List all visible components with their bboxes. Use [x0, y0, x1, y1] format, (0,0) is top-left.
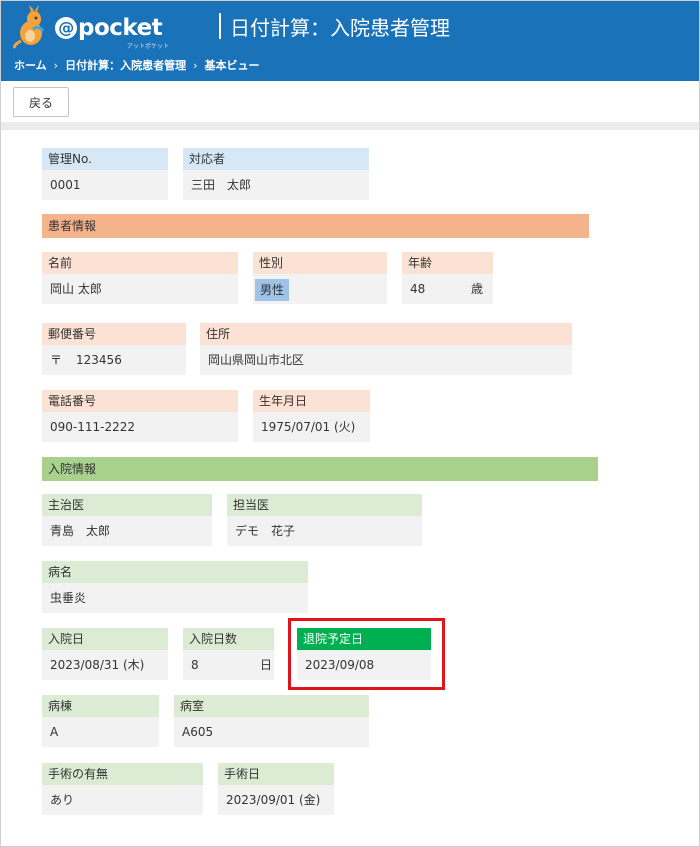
management-no-label: 管理No.	[42, 148, 168, 170]
breadcrumb-home[interactable]: ホーム	[14, 59, 47, 72]
logo-wordmark: @ pocket	[55, 15, 163, 41]
admission-date-field: 入院日 2023/08/31 (木)	[42, 628, 168, 680]
discharge-date-highlight	[288, 618, 445, 690]
disease-label: 病名	[42, 561, 308, 583]
toolbar-separator	[1, 122, 699, 130]
gender-chip: 男性	[255, 279, 290, 301]
assigned-doctor-field: 担当医 デモ 花子	[227, 494, 422, 546]
logo-at-mark: @	[55, 17, 77, 39]
attending-doctor-value[interactable]: 青島 太郎	[42, 516, 212, 546]
assigned-doctor-label: 担当医	[227, 494, 422, 516]
postal-code-label: 郵便番号	[42, 323, 186, 345]
age-value[interactable]: 48 歳	[402, 274, 493, 304]
attending-doctor-label: 主治医	[42, 494, 212, 516]
header-divider	[219, 13, 221, 39]
gender-field: 性別 男性	[253, 252, 387, 304]
handler-value[interactable]: 三田 太郎	[183, 170, 369, 200]
back-button[interactable]: 戻る	[13, 87, 69, 117]
surgery-label: 手術の有無	[42, 763, 203, 785]
surgery-date-label: 手術日	[218, 763, 334, 785]
address-field: 住所 岡山県岡山市北区	[200, 323, 572, 375]
admission-days-number: 8	[191, 658, 199, 672]
room-label: 病室	[174, 695, 369, 717]
postal-number: 123456	[76, 353, 122, 367]
birthdate-field: 生年月日 1975/07/01 (火)	[253, 390, 370, 442]
admission-date-value[interactable]: 2023/08/31 (木)	[42, 650, 168, 680]
breadcrumb-separator: ›	[193, 59, 198, 72]
breadcrumb-app[interactable]: 日付計算：入院患者管理	[65, 59, 186, 72]
address-label: 住所	[200, 323, 572, 345]
admission-days-unit: 日	[260, 658, 273, 672]
surgery-date-value[interactable]: 2023/09/01 (金)	[218, 785, 334, 815]
admission-info-section-header: 入院情報	[42, 457, 598, 481]
admission-days-label: 入院日数	[183, 628, 274, 650]
attending-doctor-field: 主治医 青島 太郎	[42, 494, 212, 546]
toolbar: 戻る	[1, 81, 699, 121]
breadcrumb-view[interactable]: 基本ビュー	[204, 59, 259, 72]
gender-label: 性別	[253, 252, 387, 274]
management-no-field: 管理No. 0001	[42, 148, 168, 200]
age-number: 48	[410, 282, 426, 296]
admission-days-field: 入院日数 8日	[183, 628, 274, 680]
disease-value[interactable]: 虫垂炎	[42, 583, 308, 613]
birthdate-value[interactable]: 1975/07/01 (火)	[253, 412, 370, 442]
gender-value[interactable]: 男性	[253, 274, 387, 304]
admission-days-value[interactable]: 8日	[183, 650, 274, 680]
surgery-field: 手術の有無 あり	[42, 763, 203, 815]
disease-field: 病名 虫垂炎	[42, 561, 308, 613]
admission-date-label: 入院日	[42, 628, 168, 650]
ward-label: 病棟	[42, 695, 159, 717]
birthdate-label: 生年月日	[253, 390, 370, 412]
logo-text: pocket	[78, 15, 163, 41]
postal-mark: 〒	[50, 353, 63, 367]
postal-code-value[interactable]: 〒 123456	[42, 345, 186, 375]
address-value[interactable]: 岡山県岡山市北区	[200, 345, 572, 375]
kangaroo-icon	[13, 5, 45, 49]
phone-label: 電話番号	[42, 390, 238, 412]
postal-code-field: 郵便番号 〒 123456	[42, 323, 186, 375]
breadcrumb: ホーム › 日付計算：入院患者管理 › 基本ビュー	[14, 57, 259, 73]
page-title: 日付計算：入院患者管理	[230, 16, 450, 40]
patient-name-label: 名前	[42, 252, 238, 274]
room-field: 病室 A605	[174, 695, 369, 747]
ward-field: 病棟 A	[42, 695, 159, 747]
age-label: 年齢	[402, 252, 493, 274]
room-value[interactable]: A605	[174, 717, 369, 747]
assigned-doctor-value[interactable]: デモ 花子	[227, 516, 422, 546]
handler-label: 対応者	[183, 148, 369, 170]
logo-subtitle: アットポケット	[127, 43, 170, 50]
patient-name-field: 名前 岡山 太郎	[42, 252, 238, 304]
age-unit: 歳	[471, 282, 484, 296]
surgery-value[interactable]: あり	[42, 785, 203, 815]
app-header: @ pocket アットポケット 日付計算：入院患者管理 ホーム › 日付計算：入院患…	[1, 1, 699, 81]
ward-value[interactable]: A	[42, 717, 159, 747]
handler-field: 対応者 三田 太郎	[183, 148, 369, 200]
phone-value[interactable]: 090-111-2222	[42, 412, 238, 442]
phone-field: 電話番号 090-111-2222	[42, 390, 238, 442]
surgery-date-field: 手術日 2023/09/01 (金)	[218, 763, 334, 815]
patient-info-section-header: 患者情報	[42, 214, 589, 238]
age-field: 年齢 48 歳	[402, 252, 493, 304]
app-logo[interactable]: @ pocket アットポケット	[11, 5, 171, 50]
breadcrumb-separator: ›	[53, 59, 59, 72]
patient-name-value[interactable]: 岡山 太郎	[42, 274, 238, 304]
management-no-value[interactable]: 0001	[42, 170, 168, 200]
